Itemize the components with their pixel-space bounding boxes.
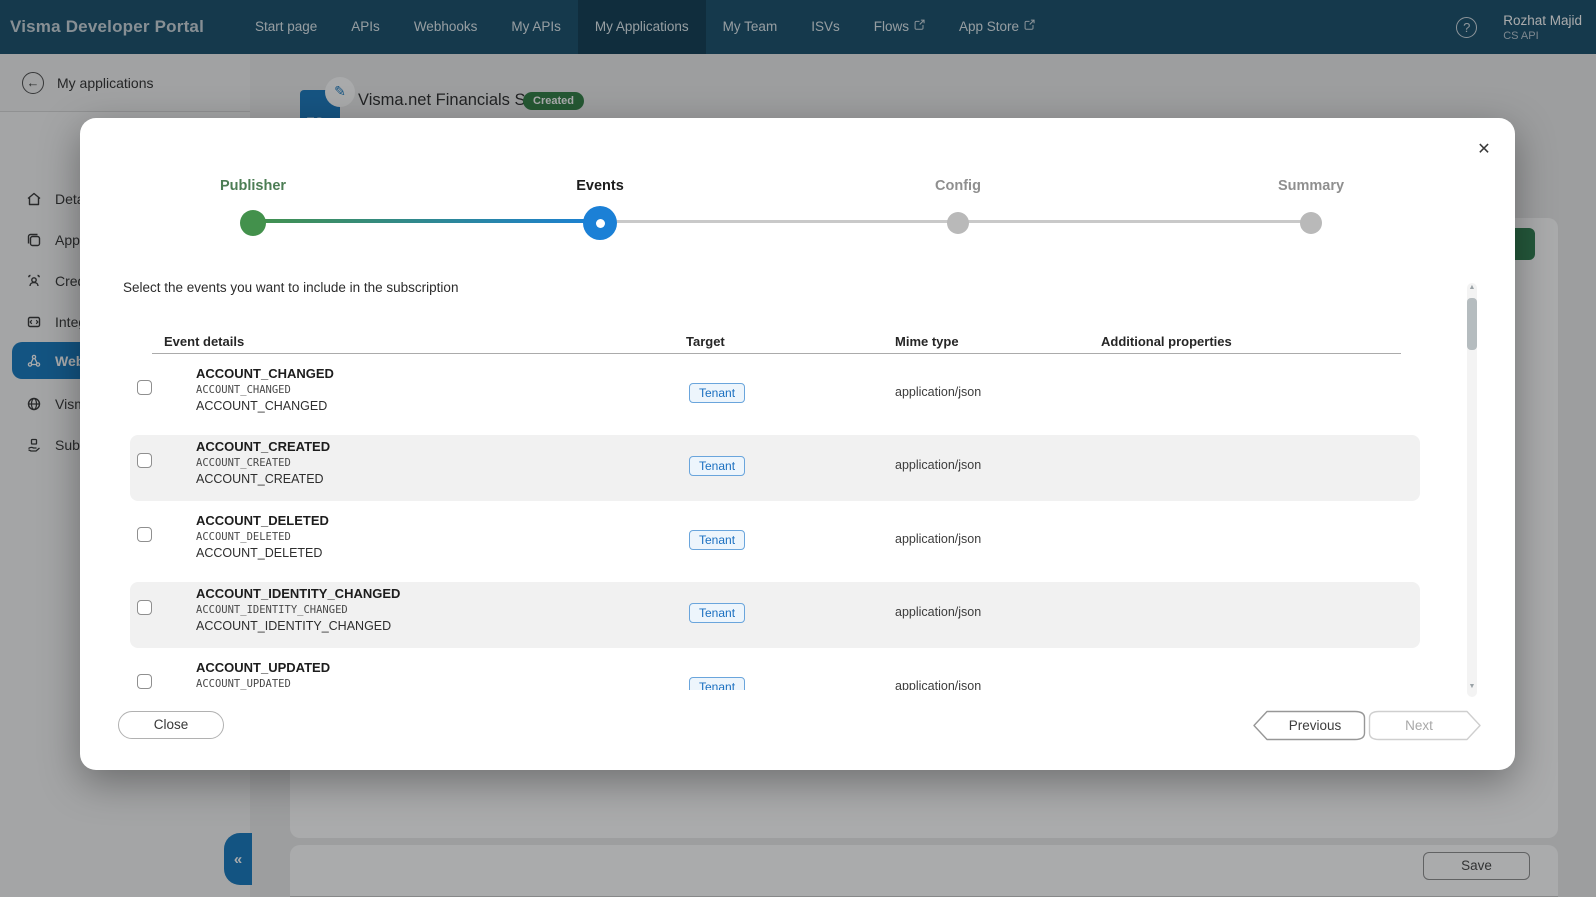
- table-row: ACCOUNT_IDENTITY_CHANGED ACCOUNT_IDENTIT…: [130, 582, 1420, 648]
- events-table: Event details Target Mime type Additiona…: [124, 278, 1466, 690]
- target-badge: Tenant: [689, 603, 745, 623]
- table-row: ACCOUNT_UPDATED ACCOUNT_UPDATED ACCOUNT_…: [130, 656, 1420, 690]
- scrollbar-thumb[interactable]: [1467, 298, 1477, 350]
- target-badge: Tenant: [689, 383, 745, 403]
- close-button[interactable]: Close: [118, 711, 224, 739]
- next-button[interactable]: Next: [1368, 710, 1482, 741]
- stepper-connector: [253, 219, 600, 223]
- step-dot-publisher[interactable]: [240, 210, 266, 236]
- step-label-config: Config: [935, 178, 981, 194]
- target-badge: Tenant: [689, 530, 745, 550]
- step-dot-config: [947, 212, 969, 234]
- column-header-target: Target: [686, 334, 725, 349]
- step-label-summary: Summary: [1278, 178, 1344, 194]
- event-checkbox[interactable]: [137, 453, 152, 468]
- subscription-wizard-modal: ✕ Publisher Events Config Summary Select…: [80, 118, 1515, 770]
- page-root: Visma Developer Portal Start page APIs W…: [0, 0, 1596, 897]
- scrollbar-up-icon[interactable]: ▲: [1467, 284, 1477, 291]
- column-header-event-details: Event details: [164, 334, 244, 349]
- svg-text:Previous: Previous: [1289, 718, 1342, 733]
- step-label-events: Events: [576, 178, 624, 194]
- step-label-publisher: Publisher: [220, 178, 286, 194]
- event-checkbox[interactable]: [137, 600, 152, 615]
- header-divider: [152, 353, 1401, 354]
- target-badge: Tenant: [689, 456, 745, 476]
- event-checkbox[interactable]: [137, 527, 152, 542]
- step-dot-summary: [1300, 212, 1322, 234]
- target-badge: Tenant: [689, 677, 745, 690]
- column-header-mime-type: Mime type: [895, 334, 959, 349]
- table-row: ACCOUNT_CHANGED ACCOUNT_CHANGED ACCOUNT_…: [130, 362, 1420, 428]
- event-checkbox[interactable]: [137, 674, 152, 689]
- svg-text:Next: Next: [1405, 718, 1433, 733]
- close-icon[interactable]: ✕: [1472, 138, 1496, 162]
- stepper-connector: [600, 220, 958, 223]
- scrollbar-down-icon[interactable]: ▼: [1467, 683, 1477, 690]
- step-dot-events[interactable]: [583, 206, 617, 240]
- column-header-additional-properties: Additional properties: [1101, 334, 1232, 349]
- event-checkbox[interactable]: [137, 380, 152, 395]
- table-row: ACCOUNT_DELETED ACCOUNT_DELETED ACCOUNT_…: [130, 509, 1420, 575]
- stepper-connector: [958, 220, 1311, 223]
- previous-button[interactable]: Previous: [1252, 710, 1366, 741]
- table-row: ACCOUNT_CREATED ACCOUNT_CREATED ACCOUNT_…: [130, 435, 1420, 501]
